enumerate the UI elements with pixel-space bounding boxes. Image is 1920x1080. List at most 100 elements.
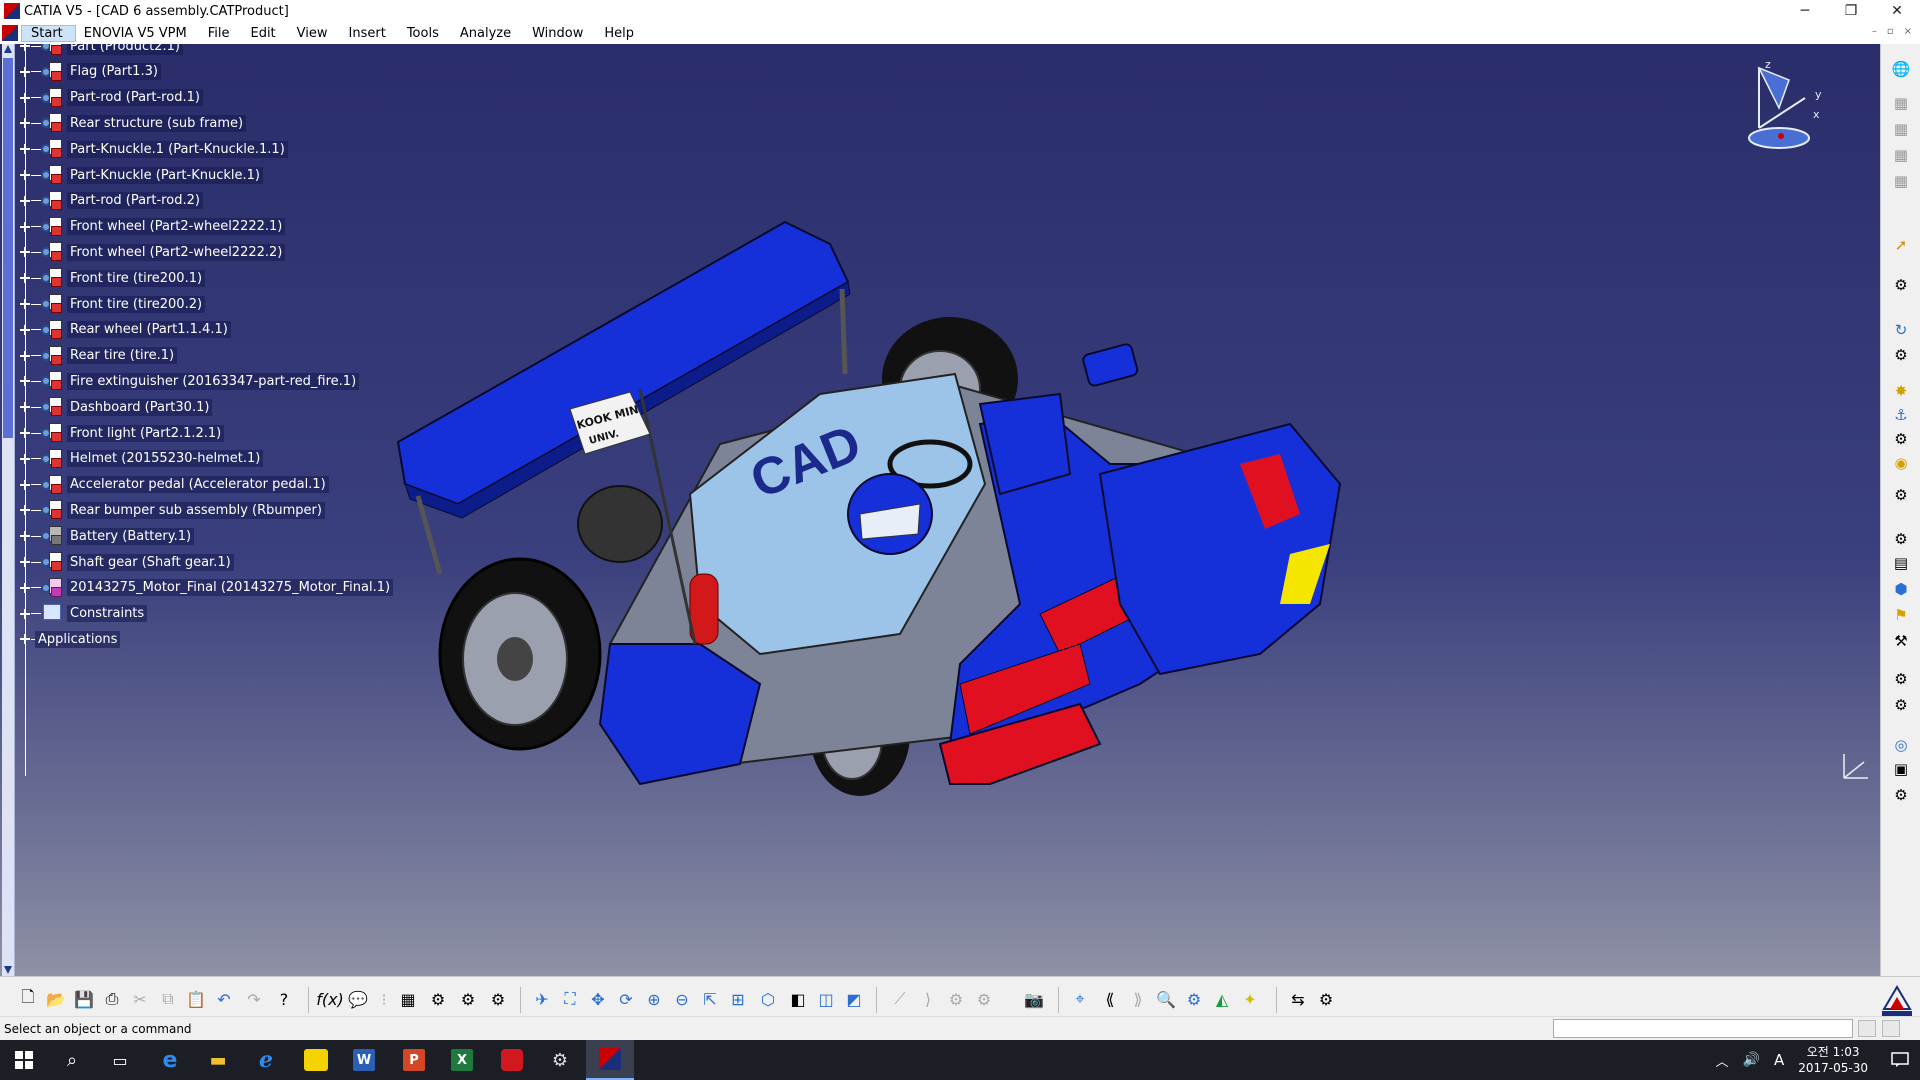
print-icon[interactable]: ⎙	[100, 987, 124, 1011]
reuse-pattern-icon[interactable]: ⚙	[1889, 668, 1913, 690]
compass-reset-icon[interactable]: ⇆	[1286, 987, 1310, 1011]
tree-item-label[interactable]: Rear wheel (Part1.1.4.1)	[67, 321, 231, 339]
tree-item-label[interactable]: Part-rod (Part-rod.1)	[67, 89, 203, 107]
expand-plus-icon[interactable]	[19, 479, 31, 491]
tree-item[interactable]: Constraints	[18, 602, 148, 626]
expand-plus-icon[interactable]	[19, 504, 31, 516]
tree-item[interactable]: Rear wheel (Part1.1.4.1)	[18, 318, 231, 342]
sketcher-icon[interactable]: ⟋	[888, 987, 912, 1011]
minimize-button[interactable]: ─	[1782, 0, 1828, 22]
doc-close-button[interactable]: ×	[1904, 26, 1912, 37]
look-at-icon[interactable]: ⌖	[1068, 987, 1092, 1011]
cut-icon[interactable]: ✂	[128, 987, 152, 1011]
formula-icon[interactable]: f(x)	[316, 987, 344, 1011]
acrobat-icon[interactable]	[488, 1040, 536, 1080]
tree-item-label[interactable]: Rear bumper sub assembly (Rbumper)	[67, 501, 325, 519]
tree-item[interactable]: Part-Knuckle (Part-Knuckle.1)	[18, 163, 263, 187]
measure-icon[interactable]: ⟩	[916, 987, 940, 1011]
expand-plus-icon[interactable]	[19, 350, 31, 362]
tree-item-label[interactable]: Rear tire (tire.1)	[67, 347, 178, 365]
quick-constraint-icon[interactable]: ⚑	[1889, 604, 1913, 626]
tree-item[interactable]: Front light (Part2.1.2.1)	[18, 421, 225, 445]
catalog-icon[interactable]: ⚙	[456, 987, 480, 1011]
update-icon[interactable]: ↻	[1889, 319, 1913, 341]
expand-plus-icon[interactable]	[19, 169, 31, 181]
pan-icon[interactable]: ✥	[586, 987, 610, 1011]
tree-item-label[interactable]: Front tire (tire200.1)	[67, 269, 206, 287]
rotate-icon[interactable]: ⟳	[614, 987, 638, 1011]
tree-item[interactable]: Front wheel (Part2-wheel2222.2)	[18, 240, 286, 264]
save-icon[interactable]: 💾	[72, 987, 96, 1011]
redo-icon[interactable]: ↷	[242, 987, 266, 1011]
menu-file[interactable]: File	[199, 26, 242, 41]
menu-insert[interactable]: Insert	[340, 26, 398, 41]
component-icon[interactable]: ▦	[1889, 118, 1913, 140]
flexible-icon[interactable]: ⚒	[1889, 630, 1913, 652]
angle-constraint-icon[interactable]: ⚙	[1889, 528, 1913, 550]
tree-item[interactable]: Applications	[18, 627, 121, 651]
fit-all-icon[interactable]: ⛶	[558, 987, 582, 1011]
expand-plus-icon[interactable]	[19, 221, 31, 233]
magnifier-icon[interactable]: 🔍	[1154, 987, 1178, 1011]
powerpoint-icon[interactable]: P	[390, 1040, 438, 1080]
tray-chevron-icon[interactable]: ︿	[1716, 1051, 1729, 1070]
tree-item-label[interactable]: Accelerator pedal (Accelerator pedal.1)	[67, 476, 329, 494]
explode-icon[interactable]: ✸	[1889, 380, 1913, 402]
notification-center-icon[interactable]	[1880, 1040, 1920, 1080]
kakaotalk-icon[interactable]	[292, 1040, 340, 1080]
shading-icon[interactable]: ◧	[786, 987, 810, 1011]
expand-plus-icon[interactable]	[19, 66, 31, 78]
normal-view-icon[interactable]: ⇱	[698, 987, 722, 1011]
tree-item-label[interactable]: Front tire (tire200.2)	[67, 295, 206, 313]
swap-visible-icon[interactable]: ◩	[842, 987, 866, 1011]
expand-plus-icon[interactable]	[19, 143, 31, 155]
tree-item[interactable]: Front tire (tire200.2)	[18, 292, 206, 316]
new-icon[interactable]: 🗋	[16, 987, 40, 1011]
whats-this-icon[interactable]: ?	[272, 987, 296, 1011]
existing-component-icon[interactable]: ▦	[1889, 144, 1913, 166]
snap-icon[interactable]: ⚙	[1889, 344, 1913, 366]
menu-help[interactable]: Help	[595, 26, 646, 41]
tree-item-label[interactable]: Constraints	[67, 605, 148, 623]
tree-item-label[interactable]: 20143275_Motor_Final (20143275_Motor_Fin…	[67, 579, 394, 597]
tree-item[interactable]: 20143275_Motor_Final (20143275_Motor_Fin…	[18, 576, 394, 600]
menu-tools[interactable]: Tools	[398, 26, 451, 41]
contact-constraint-icon[interactable]: ◉	[1889, 452, 1913, 474]
3d-viewport[interactable]: CAD KOOK MIN UNIV. Part (Product2.1) Fla…	[0, 44, 1880, 976]
expand-plus-icon[interactable]	[19, 633, 31, 645]
tree-item-label[interactable]: Helmet (20155230-helmet.1)	[67, 450, 264, 468]
zoom-in-icon[interactable]: ⊕	[642, 987, 666, 1011]
expand-plus-icon[interactable]	[19, 401, 31, 413]
previous-view-icon[interactable]: ⟪	[1098, 987, 1122, 1011]
expand-plus-icon[interactable]	[19, 427, 31, 439]
fix-icon[interactable]: ▤	[1889, 552, 1913, 574]
expand-plus-icon[interactable]	[19, 582, 31, 594]
menu-view[interactable]: View	[288, 26, 340, 41]
manipulation-icon[interactable]: ⚙	[1889, 274, 1913, 296]
tree-item[interactable]: Dashboard (Part30.1)	[18, 395, 213, 419]
render-icon[interactable]: ◭	[1210, 987, 1234, 1011]
expand-plus-icon[interactable]	[19, 195, 31, 207]
hide-show-icon[interactable]: ◫	[814, 987, 838, 1011]
multi-view-icon[interactable]: ⊞	[726, 987, 750, 1011]
tree-item-label[interactable]: Shaft gear (Shaft gear.1)	[67, 553, 234, 571]
catia-start-icon[interactable]	[2, 25, 18, 41]
clock[interactable]: 오전 1:03 2017-05-30	[1798, 1044, 1868, 1076]
tree-item-label[interactable]: Dashboard (Part30.1)	[67, 398, 213, 416]
edge-browser-icon[interactable]: e	[146, 1040, 194, 1080]
tree-item[interactable]: Helmet (20155230-helmet.1)	[18, 447, 264, 471]
anchor-icon[interactable]: ⚓	[1889, 404, 1913, 426]
tree-item-label[interactable]: Front wheel (Part2-wheel2222.1)	[67, 218, 286, 236]
sectioning-icon[interactable]: ▣	[1889, 758, 1913, 780]
tree-item[interactable]: Fire extinguisher (20163347-part-red_fir…	[18, 369, 360, 393]
catia-globe-icon[interactable]: 🌐	[1889, 58, 1913, 80]
task-view-icon[interactable]: ▭	[96, 1040, 144, 1080]
tree-item-label[interactable]: Part-Knuckle.1 (Part-Knuckle.1.1)	[67, 140, 288, 158]
expand-plus-icon[interactable]	[19, 117, 31, 129]
expand-plus-icon[interactable]	[19, 324, 31, 336]
expand-plus-icon[interactable]	[19, 246, 31, 258]
expand-plus-icon[interactable]	[19, 375, 31, 387]
command-options-button[interactable]	[1882, 1020, 1900, 1037]
fly-mode-icon[interactable]: ✈	[530, 987, 554, 1011]
next-view-icon[interactable]: ⟫	[1126, 987, 1150, 1011]
